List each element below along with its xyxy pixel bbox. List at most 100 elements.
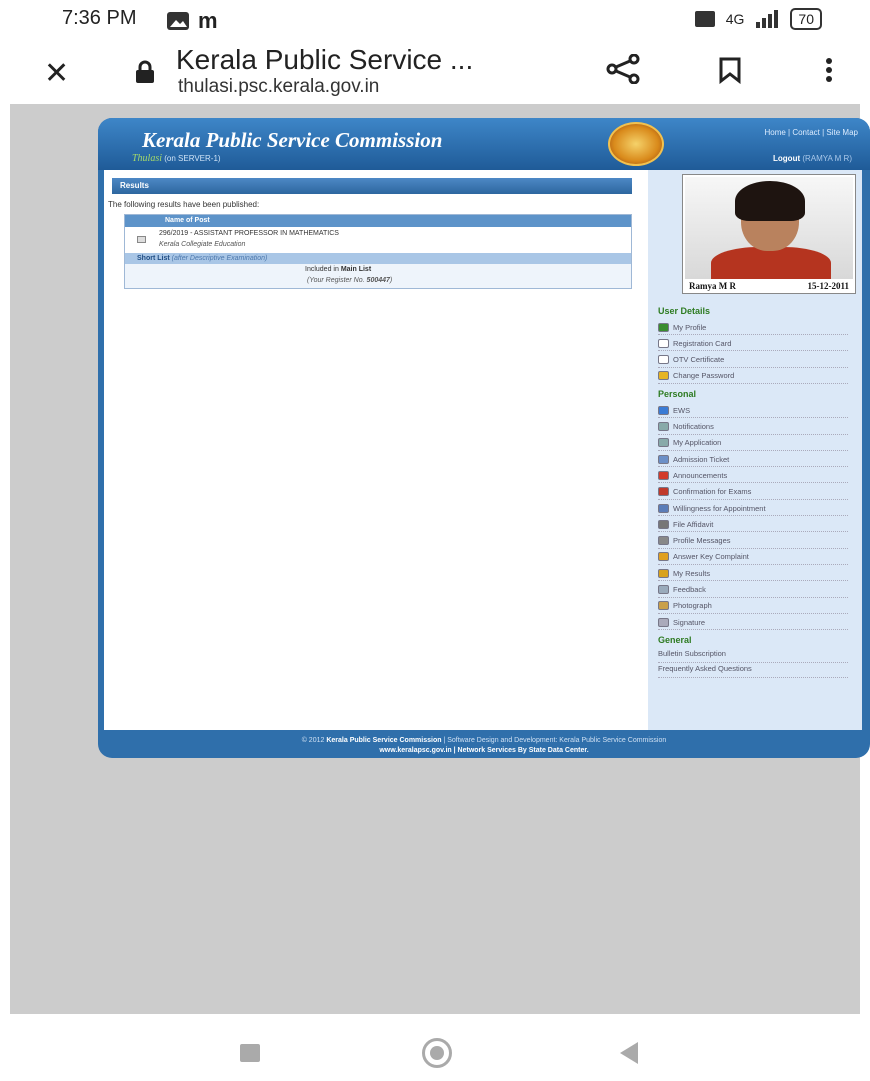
shortlist-label: Short List (137, 255, 170, 262)
menu-item-icon (658, 568, 669, 578)
sidebar-section-personal: Personal (658, 389, 697, 400)
sidebar-item-label: Announcements (673, 470, 728, 480)
sidebar-item-answer-key-complaint[interactable]: Answer Key Complaint (658, 550, 848, 565)
post-name: 296/2019 - ASSISTANT PROFESSOR IN MATHEM… (159, 230, 339, 237)
logout-label[interactable]: Logout (773, 154, 800, 163)
battery-icon: 70 (790, 8, 822, 30)
sidebar-item-my-results[interactable]: My Results (658, 566, 848, 582)
profile-name: Ramya M R (689, 281, 736, 291)
network-type: 4G (725, 11, 745, 27)
sidebar-item-bulletin-subscription[interactable]: Bulletin Subscription (658, 649, 848, 664)
menu-item-icon (658, 536, 669, 546)
recents-icon[interactable] (240, 1044, 260, 1062)
sidebar-item-registration-card[interactable]: Registration Card (658, 336, 848, 352)
sidebar-item-label: Confirmation for Exams (673, 487, 752, 497)
menu-item-icon (658, 405, 669, 415)
gallery-icon (167, 12, 189, 30)
footer-rest: | Software Design and Development: Keral… (443, 737, 667, 744)
profile-date: 15-12-2011 (807, 281, 850, 291)
sidebar-item-notifications[interactable]: Notifications (658, 420, 848, 435)
sidebar-item-profile-messages[interactable]: Profile Messages (658, 534, 848, 549)
menu-item-icon (658, 470, 669, 480)
inclusion-status: Included in Main List (305, 266, 371, 273)
sidebar-item-label: Bulletin Subscription (658, 649, 726, 659)
shortlist-header: Short List (after Descriptive Examinatio… (125, 253, 631, 264)
sidebar-item-label: Answer Key Complaint (673, 552, 749, 562)
home-icon[interactable] (422, 1038, 452, 1068)
sidebar-item-my-application[interactable]: My Application (658, 436, 848, 451)
share-icon[interactable] (606, 54, 640, 84)
inclusion-prefix: Included in (305, 266, 339, 273)
expand-icon[interactable] (137, 236, 146, 243)
sidebar-item-label: My Results (673, 568, 711, 578)
sidebar-item-announcements[interactable]: Announcements (658, 468, 848, 484)
web-viewport[interactable]: Kerala Public Service Commission Thulasi… (10, 104, 870, 1014)
more-vert-icon[interactable] (824, 56, 834, 84)
close-icon[interactable]: ✕ (44, 56, 69, 91)
sidebar-section-general: General (658, 635, 692, 646)
sidebar-section-user-details: User Details (658, 306, 711, 316)
lock-icon (136, 60, 154, 83)
menu-item-icon (658, 585, 669, 594)
kerala-emblem-icon (608, 122, 664, 166)
menu-item-icon (658, 371, 669, 381)
menu-item-icon (658, 601, 669, 611)
table-row[interactable]: 296/2019 - ASSISTANT PROFESSOR IN MATHEM… (125, 227, 631, 253)
sidebar-item-change-password[interactable]: Change Password (658, 369, 848, 384)
browser-toolbar: ✕ Kerala Public Service ... thulasi.psc.… (0, 38, 870, 104)
sidebar-item-photograph[interactable]: Photograph (658, 599, 848, 614)
results-intro: The following results have been publishe… (108, 200, 260, 209)
menu-item-icon (658, 454, 669, 464)
bookmark-icon[interactable] (718, 56, 742, 84)
sidebar-item-my-profile[interactable]: My Profile (658, 320, 848, 335)
sidebar-item-frequently-asked-questions[interactable]: Frequently Asked Questions (658, 664, 848, 679)
sidebar-item-signature[interactable]: Signature (658, 615, 848, 631)
logout-link[interactable]: Logout (RAMYA M R) (773, 154, 852, 163)
top-links[interactable]: Home | Contact | Site Map (764, 128, 858, 137)
sidebar-item-label: File Affidavit (673, 519, 714, 529)
main-content: Results The following results have been … (104, 170, 648, 730)
sidebar-item-label: Admission Ticket (673, 454, 730, 464)
psc-site: Kerala Public Service Commission Thulasi… (98, 118, 870, 758)
page-title: Kerala Public Service ... (176, 44, 474, 75)
footer-line2: www.keralapsc.gov.in | Network Services … (379, 747, 589, 754)
sidebar-item-feedback[interactable]: Feedback (658, 583, 848, 598)
menu-item-icon (658, 519, 669, 529)
signal-icon (756, 10, 779, 28)
thulasi-logo: Thulasi (132, 153, 163, 164)
sidebar-item-label: Change Password (673, 371, 735, 381)
sidebar-item-label: Photograph (673, 601, 712, 611)
profile-photo: Ramya M R 15-12-2011 (682, 174, 856, 294)
sidebar-item-admission-ticket[interactable]: Admission Ticket (658, 452, 848, 468)
inclusion-list: Main List (340, 266, 372, 273)
android-nav-bar (0, 1018, 870, 1081)
status-notification-icons: m (166, 8, 218, 34)
menu-item-icon (658, 422, 669, 431)
column-header: Name of Post (125, 215, 631, 227)
sidebar-item-willingness-for-appointment[interactable]: Willingness for Appointment (658, 501, 848, 516)
sidebar-item-file-affidavit[interactable]: File Affidavit (658, 517, 848, 533)
app-m-icon: m (198, 8, 218, 33)
sidebar-item-confirmation-for-exams[interactable]: Confirmation for Exams (658, 485, 848, 500)
sidebar-item-otv-certificate[interactable]: OTV Certificate (658, 353, 848, 368)
back-icon[interactable] (620, 1042, 638, 1064)
avatar (685, 177, 853, 279)
sidebar-item-label: Notifications (673, 422, 714, 431)
shortlist-row: Included in Main List (Your Register No.… (125, 264, 631, 288)
menu-item-icon (658, 438, 669, 448)
footer-org: Kerala Public Service Commission (326, 737, 442, 744)
sidebar-item-label: My Profile (673, 322, 707, 332)
menu-item-icon (658, 503, 669, 513)
sidebar-item-label: My Application (673, 438, 722, 448)
sidebar-item-label: Registration Card (673, 338, 732, 348)
results-table: Name of Post 296/2019 - ASSISTANT PROFES… (124, 214, 632, 289)
footer-prefix: © 2012 (301, 737, 325, 744)
register-suffix: ) (389, 277, 393, 284)
volte-icon (694, 11, 715, 27)
sidebar-item-ews[interactable]: EWS (658, 403, 848, 419)
menu-item-icon (658, 322, 669, 332)
site-header: Kerala Public Service Commission Thulasi… (98, 118, 870, 170)
page-url[interactable]: thulasi.psc.kerala.gov.in (178, 76, 379, 98)
department-name: Kerala Collegiate Education (159, 241, 246, 248)
sidebar: Ramya M R 15-12-2011 User Details My Prof… (648, 170, 862, 730)
